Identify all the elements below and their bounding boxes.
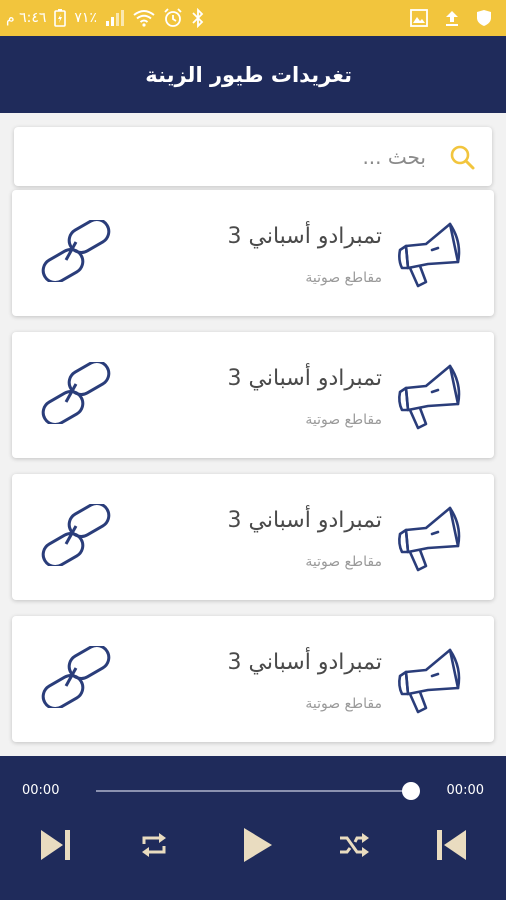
shuffle-button[interactable] [332,824,376,866]
status-right [410,0,492,36]
item-title: تمبرادو أسباني 3 [227,224,383,249]
search-box [14,127,492,186]
item-title: تمبرادو أسباني 3 [227,650,383,675]
battery-percent: ٧١٪ [74,10,97,26]
repeat-button[interactable] [132,824,176,866]
shield-icon [476,9,492,27]
upload-icon [444,9,460,27]
status-time: ٦:٤٦ م [6,10,47,26]
item-subtitle: مقاطع صوتية [305,270,382,286]
alarm-icon [163,8,183,28]
link-icon[interactable] [38,220,114,282]
gallery-icon [410,9,428,27]
total-time: 00:00 [446,783,484,798]
list-item[interactable]: تمبرادو أسباني 3 مقاطع صوتية [12,332,494,458]
bluetooth-icon [191,8,205,28]
megaphone-icon [398,364,461,430]
search-icon[interactable] [448,143,476,171]
play-button[interactable] [236,824,278,866]
item-subtitle: مقاطع صوتية [305,696,382,712]
item-title: تمبرادو أسباني 3 [227,366,383,391]
seek-bar[interactable] [96,790,412,792]
wifi-icon [133,9,155,27]
megaphone-icon [398,222,461,288]
skip-next-icon [41,830,70,860]
content-area: تمبرادو أسباني 3 مقاطع صوتية تمبرادو أسب… [0,113,506,756]
link-icon[interactable] [38,362,114,424]
app-bar: تغريدات طيور الزينة [0,36,506,113]
list-item[interactable]: تمبرادو أسباني 3 مقاطع صوتية [12,190,494,316]
next-button[interactable] [34,824,76,866]
megaphone-icon [398,506,461,572]
item-subtitle: مقاطع صوتية [305,412,382,428]
audio-player: 00:00 00:00 [0,756,506,900]
status-bar: ٦:٤٦ م ٧١٪ [0,0,506,36]
link-icon[interactable] [38,504,114,566]
signal-icon [105,9,125,27]
item-title: تمبرادو أسباني 3 [227,508,383,533]
seek-handle[interactable] [402,782,420,800]
skip-previous-icon [437,830,466,860]
link-icon[interactable] [38,646,114,708]
shuffle-icon [340,833,369,857]
list-item[interactable]: تمبرادو أسباني 3 مقاطع صوتية [12,474,494,600]
list-item[interactable]: تمبرادو أسباني 3 مقاطع صوتية [12,616,494,742]
battery-icon [54,9,67,27]
play-icon [244,828,272,862]
repeat-icon [142,833,166,857]
search-input[interactable] [26,137,426,177]
app-title: تغريدات طيور الزينة [145,62,352,87]
previous-button[interactable] [430,824,474,866]
elapsed-time: 00:00 [22,783,60,798]
megaphone-icon [398,648,461,714]
item-subtitle: مقاطع صوتية [305,554,382,570]
status-left: ٦:٤٦ م ٧١٪ [6,0,205,36]
